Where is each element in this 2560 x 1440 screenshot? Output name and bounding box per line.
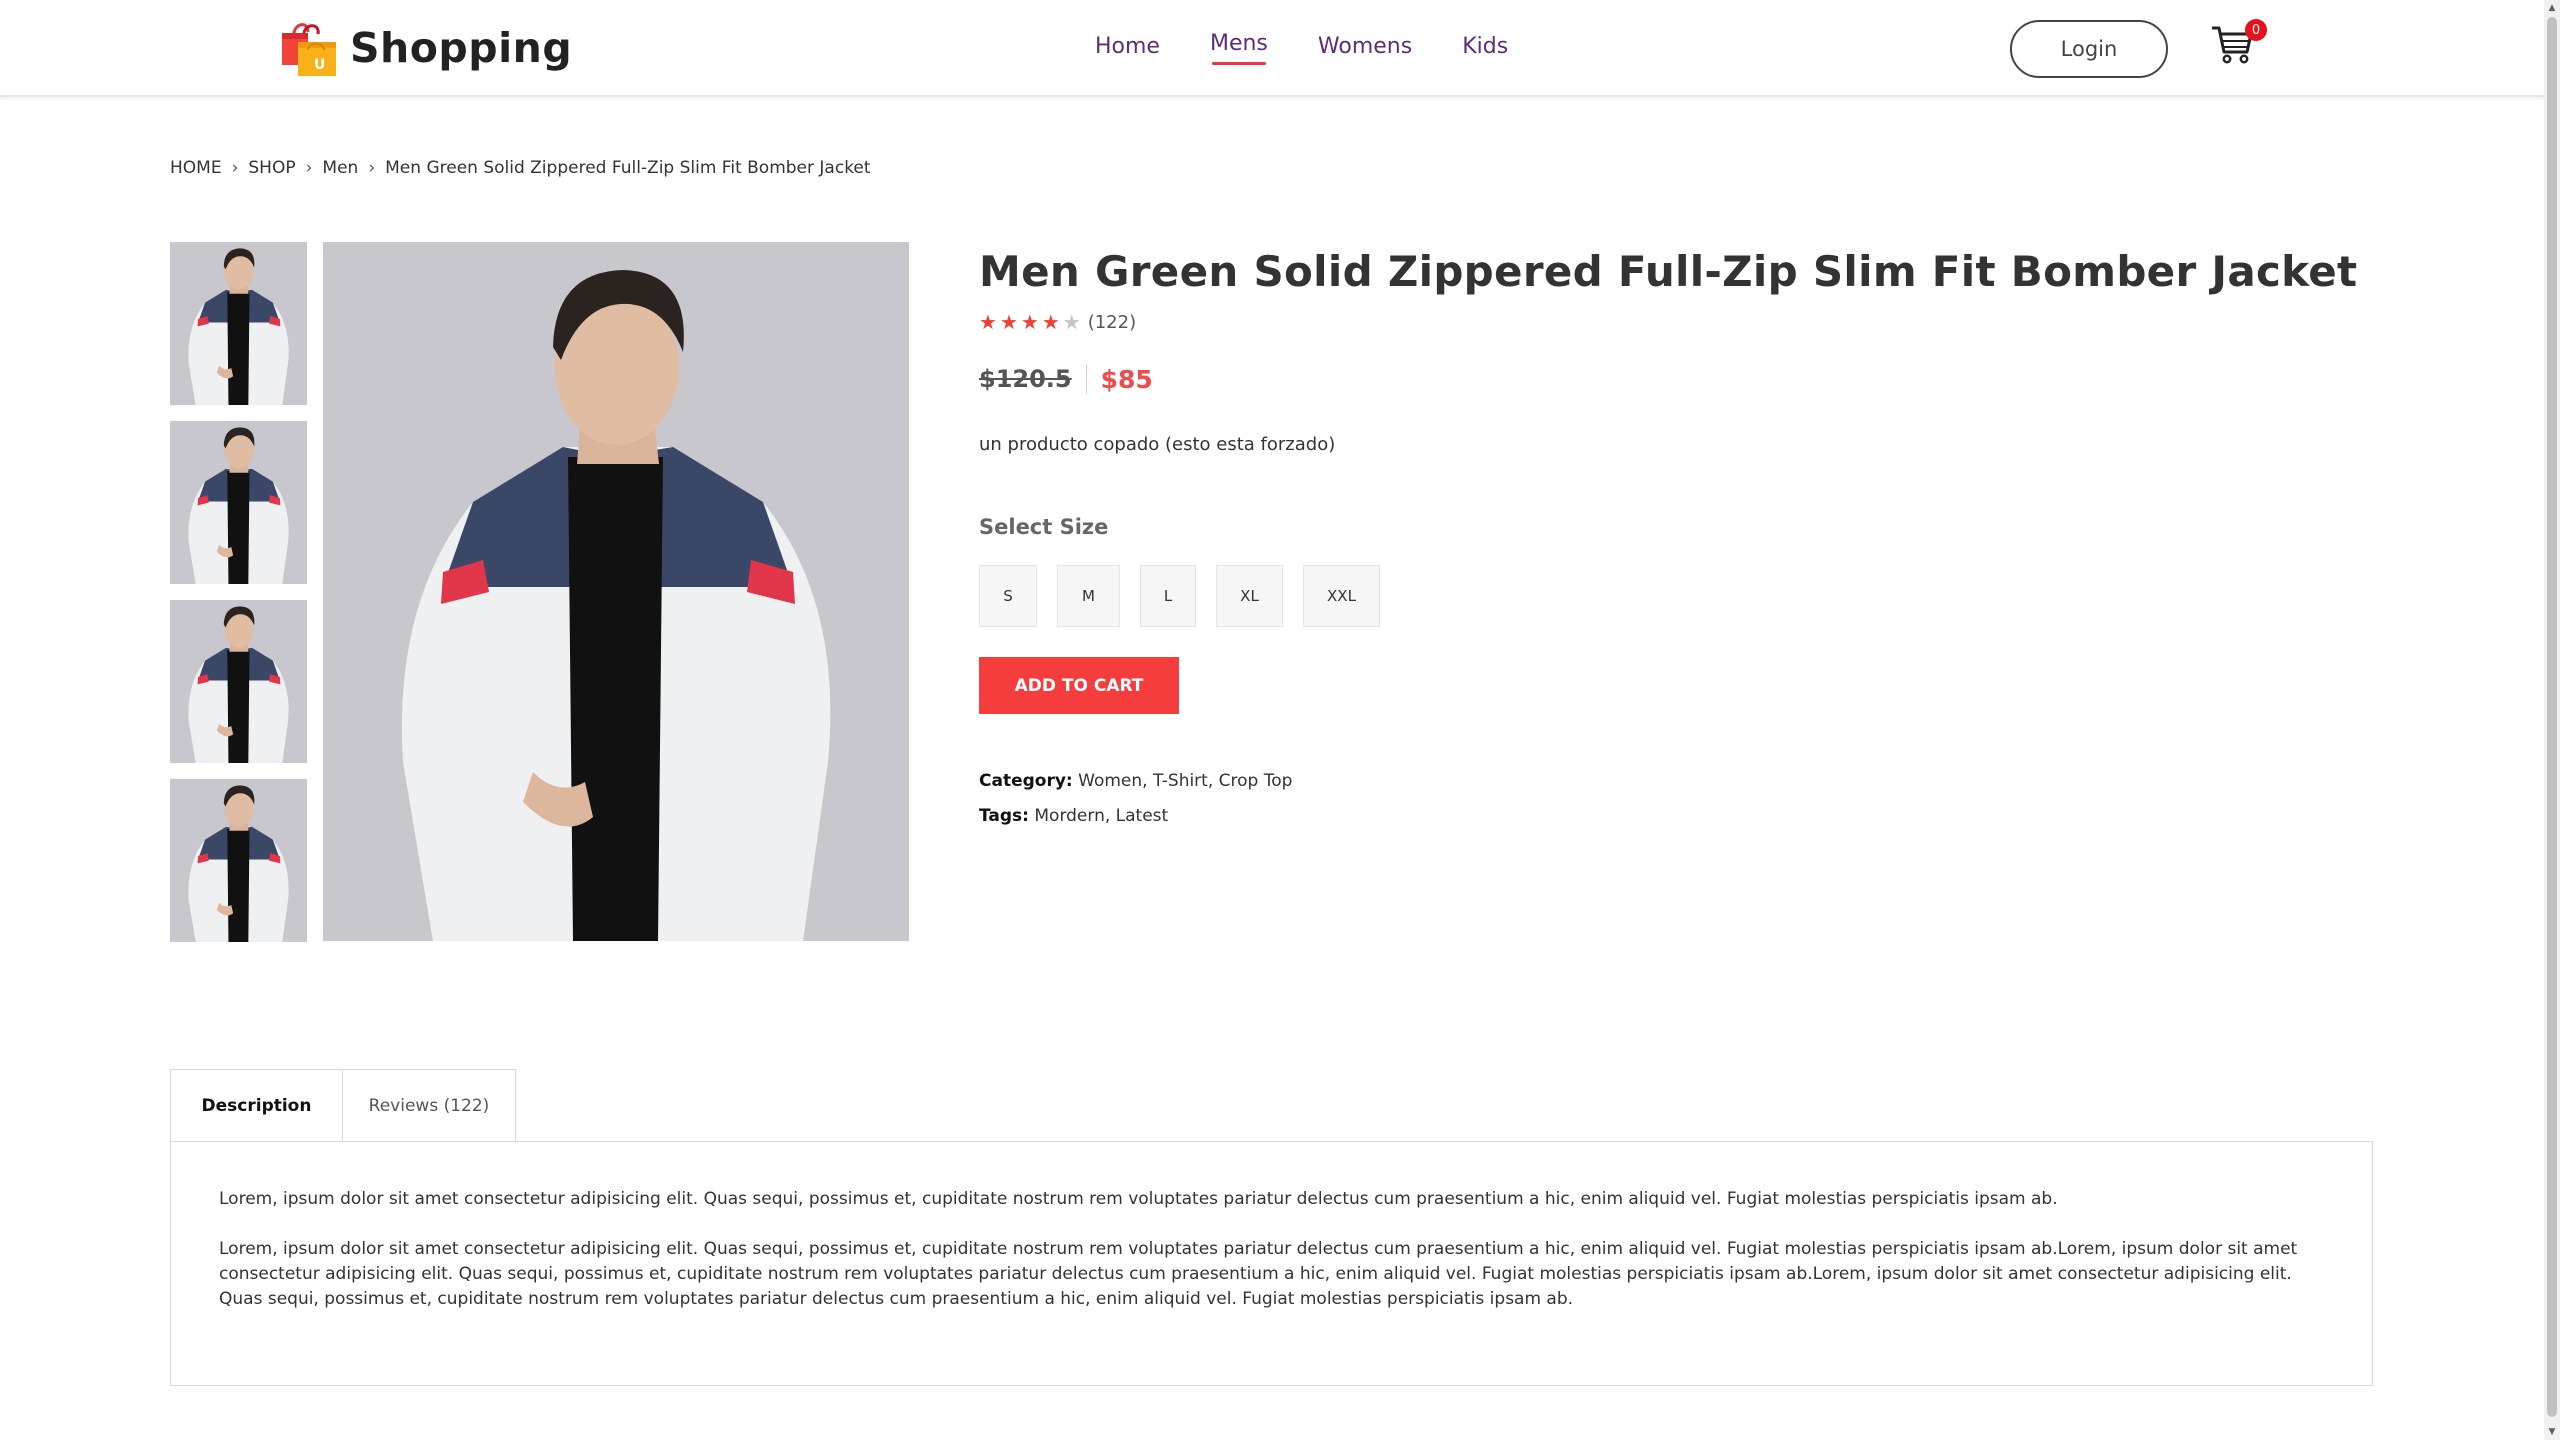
nav-womens[interactable]: Womens — [1318, 34, 1412, 59]
description-paragraph: Lorem, ipsum dolor sit amet consectetur … — [219, 1239, 2298, 1309]
size-option-m[interactable]: M — [1057, 565, 1120, 627]
select-size-label: Select Size — [979, 515, 1109, 539]
tab-description[interactable]: Description — [170, 1069, 343, 1142]
product-photo-illustration — [170, 600, 307, 763]
page-scrollbar[interactable]: ▲ ▼ — [2544, 0, 2560, 1440]
site-header: U Shopping Home Mens Womens Kids Login 0 — [0, 0, 2544, 97]
description-panel: Lorem, ipsum dolor sit amet consectetur … — [170, 1141, 2373, 1386]
breadcrumb-shop[interactable]: SHOP — [248, 158, 295, 178]
login-button[interactable]: Login — [2010, 20, 2168, 78]
price-block: $120.5 $85 — [979, 364, 2379, 394]
add-to-cart-button[interactable]: ADD TO CART — [979, 657, 1179, 714]
cart-count-badge: 0 — [2245, 19, 2267, 41]
product-thumbnail[interactable] — [170, 600, 307, 763]
product-meta: Category: Women, T-Shirt, Crop Top Tags:… — [979, 764, 2379, 834]
chevron-right-icon: › — [305, 158, 313, 178]
category-value[interactable]: Women, T-Shirt, Crop Top — [1078, 771, 1292, 791]
price-divider — [1085, 364, 1087, 394]
nav-mens[interactable]: Mens — [1210, 31, 1268, 65]
size-option-s[interactable]: S — [979, 565, 1037, 627]
product-photo-illustration — [170, 242, 307, 405]
chevron-right-icon: › — [231, 158, 239, 178]
product-rating[interactable]: ★ ★ ★ ★ ★ (122) — [979, 310, 2379, 334]
current-price: $85 — [1100, 364, 1153, 394]
star-icon: ★ — [1041, 310, 1060, 334]
nav-kids[interactable]: Kids — [1462, 34, 1508, 59]
shopping-bag-icon: U — [278, 20, 338, 76]
star-icon: ★ — [1020, 310, 1039, 334]
breadcrumb-men[interactable]: Men — [322, 158, 358, 178]
description-paragraph: Lorem, ipsum dolor sit amet consectetur … — [219, 1189, 2058, 1209]
breadcrumb-current: Men Green Solid Zippered Full-Zip Slim F… — [385, 158, 871, 178]
category-row: Category: Women, T-Shirt, Crop Top — [979, 764, 2379, 799]
star-icon: ★ — [999, 310, 1018, 334]
breadcrumb: HOME › SHOP › Men › Men Green Solid Zipp… — [170, 158, 871, 178]
scroll-up-arrow-icon[interactable]: ▲ — [2544, 0, 2560, 16]
logo-letter: U — [314, 57, 325, 73]
product-thumbnail[interactable] — [170, 242, 307, 405]
scrollbar-thumb[interactable] — [2547, 17, 2557, 1417]
star-icon: ★ — [1062, 310, 1081, 334]
chevron-right-icon: › — [368, 158, 376, 178]
product-photo-illustration — [323, 242, 909, 941]
product-photo-illustration — [170, 421, 307, 584]
tags-row: Tags: Mordern, Latest — [979, 799, 2379, 834]
product-thumbnail[interactable] — [170, 779, 307, 942]
size-option-xxl[interactable]: XXL — [1303, 565, 1380, 627]
scroll-down-arrow-icon[interactable]: ▼ — [2544, 1424, 2560, 1440]
brand-name: Shopping — [350, 24, 573, 72]
tags-label: Tags: — [979, 806, 1029, 826]
product-tabs: Description Reviews (122) — [170, 1069, 516, 1142]
tags-value[interactable]: Mordern, Latest — [1034, 806, 1168, 826]
product-title: Men Green Solid Zippered Full-Zip Slim F… — [979, 247, 2358, 296]
cart-button[interactable]: 0 — [2210, 19, 2267, 70]
product-page: U Shopping Home Mens Womens Kids Login 0… — [0, 0, 2560, 1440]
breadcrumb-home[interactable]: HOME — [170, 158, 222, 178]
product-main-image[interactable] — [323, 242, 909, 941]
size-option-xl[interactable]: XL — [1216, 565, 1283, 627]
brand-logo[interactable]: U Shopping — [278, 20, 572, 76]
thumbnail-list — [170, 242, 307, 958]
size-option-l[interactable]: L — [1140, 565, 1196, 627]
star-icon: ★ — [979, 310, 997, 334]
short-description: un producto copado (esto esta forzado) — [979, 434, 1336, 455]
main-nav: Home Mens Womens Kids — [1095, 31, 1558, 65]
category-label: Category: — [979, 771, 1073, 791]
review-count: (122) — [1087, 311, 1137, 333]
product-photo-illustration — [170, 779, 307, 942]
old-price: $120.5 — [979, 365, 1072, 393]
product-info: Men Green Solid Zippered Full-Zip Slim F… — [979, 242, 2379, 834]
nav-home[interactable]: Home — [1095, 34, 1160, 59]
size-options: S M L XL XXL — [979, 565, 2379, 627]
product-thumbnail[interactable] — [170, 421, 307, 584]
tab-reviews[interactable]: Reviews (122) — [343, 1069, 516, 1142]
